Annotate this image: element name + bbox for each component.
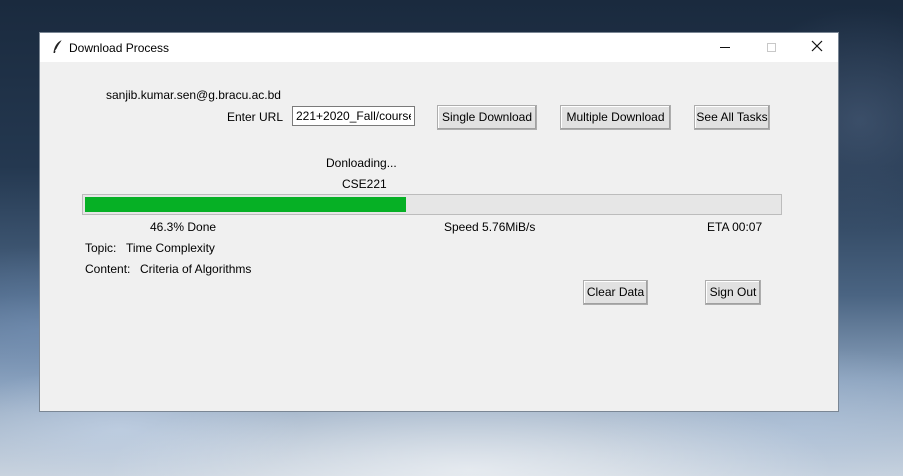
close-button[interactable] <box>794 33 840 62</box>
url-label: Enter URL <box>227 110 284 124</box>
download-speed: Speed 5.76MiB/s <box>444 220 536 234</box>
title-bar[interactable]: Download Process <box>40 33 838 62</box>
url-input[interactable] <box>292 106 415 126</box>
window-content: sanjib.kumar.sen@g.bracu.ac.bd Enter URL… <box>40 62 838 411</box>
topic-label: Topic: <box>85 241 117 255</box>
minimize-button[interactable] <box>702 33 748 62</box>
course-code: CSE221 <box>342 177 387 191</box>
percent-done: 46.3% Done <box>150 220 217 234</box>
close-icon <box>811 40 823 55</box>
feather-icon <box>51 39 65 55</box>
download-eta: ETA 00:07 <box>707 220 763 234</box>
minimize-icon <box>720 47 730 48</box>
maximize-button[interactable] <box>748 33 794 62</box>
topic-value: Time Complexity <box>126 241 215 255</box>
window-title: Download Process <box>69 41 170 55</box>
progress-fill <box>85 197 406 212</box>
app-window: Download Process sanjib.kumar.sen@g.brac… <box>39 32 839 412</box>
multiple-download-button[interactable]: Multiple Download <box>560 105 671 130</box>
single-download-button[interactable]: Single Download <box>437 105 537 130</box>
user-email: sanjib.kumar.sen@g.bracu.ac.bd <box>106 88 281 102</box>
maximize-icon <box>766 43 776 52</box>
clear-data-button[interactable]: Clear Data <box>583 280 648 305</box>
see-all-tasks-button[interactable]: See All Tasks <box>694 105 770 130</box>
content-label: Content: <box>85 262 131 276</box>
content-value: Criteria of Algorithms <box>140 262 252 276</box>
progress-bar <box>82 194 782 215</box>
sign-out-button[interactable]: Sign Out <box>705 280 761 305</box>
download-status: Donloading... <box>326 156 397 170</box>
